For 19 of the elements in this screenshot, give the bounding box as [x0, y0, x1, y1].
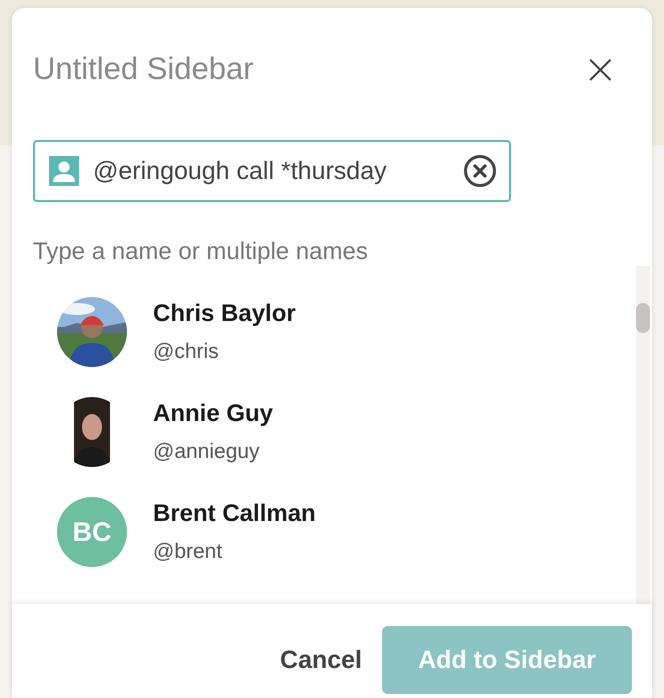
dialog-title: Untitled Sidebar — [33, 51, 254, 87]
scrollbar-thumb[interactable] — [636, 303, 650, 333]
person-icon — [49, 156, 79, 186]
avatar: BC — [57, 497, 127, 567]
person-item[interactable]: Chris Baylor @chris — [57, 297, 636, 367]
person-name: Chris Baylor — [153, 300, 296, 328]
person-item[interactable]: Annie Guy @annieguy — [57, 397, 636, 467]
person-handle: @chris — [153, 340, 220, 364]
person-name: Annie Guy — [153, 400, 274, 428]
person-handle: @brent — [153, 540, 224, 564]
hint-text: Type a name or multiple names — [33, 238, 369, 266]
close-button[interactable]: × — [576, 48, 624, 90]
person-name: Brent Callman — [153, 500, 316, 528]
search-text: @eringough call *thursday — [93, 156, 388, 186]
person-item[interactable]: BC Brent Callman @brent — [57, 497, 636, 567]
person-handle: @annieguy — [153, 440, 261, 464]
search-field[interactable]: @eringough call *thursday — [33, 140, 511, 202]
clear-icon[interactable] — [463, 154, 497, 188]
cancel-button[interactable]: Cancel — [280, 646, 362, 674]
